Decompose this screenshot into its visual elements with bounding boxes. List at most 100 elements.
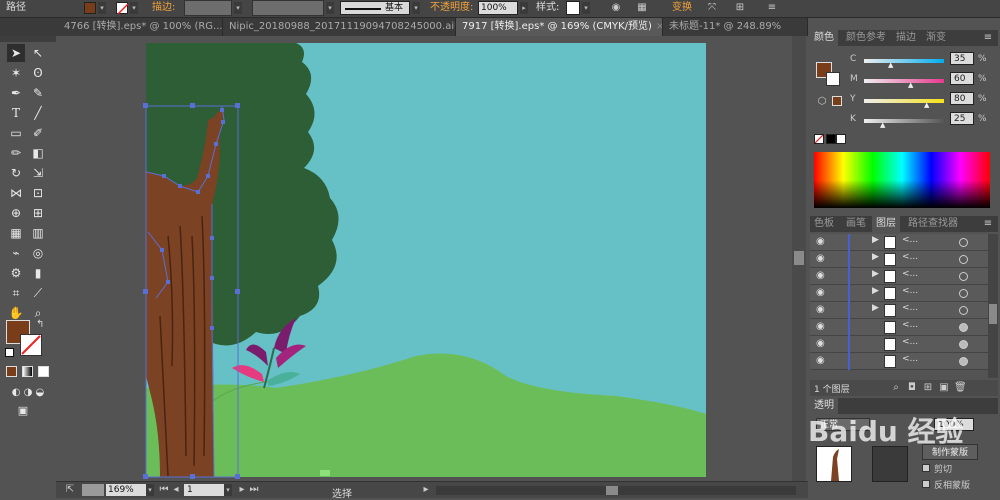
stroke-dropdown[interactable]: ▾	[130, 2, 138, 14]
channel-y-thumb[interactable]: ▲	[924, 102, 929, 109]
fill-swatch[interactable]	[84, 2, 96, 14]
channel-y-slider[interactable]	[864, 99, 944, 103]
white-swatch[interactable]	[836, 134, 846, 144]
channel-k-value[interactable]: 25	[950, 112, 974, 125]
channel-m-value[interactable]: 60	[950, 72, 974, 85]
previous-artboard-icon[interactable]: ◂	[170, 484, 182, 496]
invert-mask-checkbox[interactable]	[922, 480, 930, 488]
color-mode-icon[interactable]	[6, 366, 17, 377]
target-circle-icon[interactable]	[959, 255, 968, 264]
target-circle-icon[interactable]	[959, 340, 968, 349]
rectangle-tool-icon[interactable]: ▭	[7, 124, 25, 142]
layer-row[interactable]: ◉ ▶ <...	[810, 251, 988, 268]
style-dropdown[interactable]: ▾	[582, 2, 590, 14]
default-colors-icon[interactable]	[5, 348, 14, 357]
panel-menu-icon[interactable]: ≡	[982, 32, 994, 44]
expand-arrow-icon[interactable]: ▶	[872, 235, 879, 245]
vertical-scrollbar[interactable]	[792, 36, 806, 481]
pen-tool-icon[interactable]: ✒	[7, 84, 25, 102]
horizontal-scroll-thumb[interactable]	[606, 486, 618, 495]
locate-object-icon[interactable]: ⌕	[890, 382, 902, 394]
column-graph-tool-icon[interactable]: ▮	[29, 264, 47, 282]
tab-pathfinder[interactable]: 路径查找器	[904, 216, 962, 232]
layer-name[interactable]: <...	[902, 252, 918, 262]
next-artboard-icon[interactable]: ▸	[236, 484, 248, 496]
visibility-eye-icon[interactable]: ◉	[816, 288, 828, 298]
expand-arrow-icon[interactable]: ▶	[872, 286, 879, 296]
color-spectrum[interactable]	[814, 152, 990, 208]
paintbrush-tool-icon[interactable]: ✐	[29, 124, 47, 142]
brush-dropdown[interactable]: ▾	[412, 2, 420, 14]
panel-menu-icon[interactable]: ≡	[766, 2, 778, 14]
drawing-modes-icon[interactable]: ◐ ◑ ◒	[4, 384, 52, 402]
blend-tool-icon[interactable]: ◎	[29, 244, 47, 262]
tools-panel-grip[interactable]	[0, 36, 56, 42]
first-artboard-icon[interactable]: ⏮	[158, 484, 170, 496]
layer-row[interactable]: ◉ <...	[810, 353, 988, 370]
artboard-dropdown[interactable]: ▾	[224, 484, 232, 496]
channel-c-slider[interactable]	[864, 59, 944, 63]
channel-k-slider[interactable]	[864, 119, 944, 123]
type-tool-icon[interactable]: T	[7, 104, 25, 122]
visibility-eye-icon[interactable]: ◉	[816, 271, 828, 281]
artboard-number-field[interactable]: 1	[184, 484, 224, 496]
layer-name[interactable]: <...	[902, 286, 918, 296]
tab-close-icon[interactable]: ×	[656, 21, 662, 32]
clipping-mask-icon[interactable]: ◘	[906, 382, 918, 394]
direct-selection-tool-icon[interactable]: ↖	[29, 44, 47, 62]
tab-brushes[interactable]: 画笔	[842, 216, 870, 232]
none-swatch[interactable]	[814, 134, 824, 144]
layer-row[interactable]: ◉ <...	[810, 336, 988, 353]
tab-document-7917[interactable]: 7917 [转换].eps* @ 169% (CMYK/预览) ×	[456, 18, 663, 36]
opacity-label[interactable]: 不透明度:	[430, 1, 473, 15]
layer-row[interactable]: ◉ ▶ <...	[810, 234, 988, 251]
expand-arrow-icon[interactable]: ▶	[872, 252, 879, 262]
tab-swatches[interactable]: 色板	[810, 216, 838, 232]
align-icon[interactable]: ▦	[636, 2, 648, 14]
tab-document-untitled-11[interactable]: 未标题-11* @ 248.89%	[663, 18, 808, 36]
target-circle-icon[interactable]	[959, 289, 968, 298]
channel-m-thumb[interactable]: ▲	[908, 82, 913, 89]
vertical-scroll-thumb[interactable]	[794, 251, 804, 265]
layers-list[interactable]: ◉ ▶ <... ◉ ▶ <... ◉ ▶ <... ◉ ▶ <... ◉ ▶ <... ◉ <...…	[810, 234, 988, 378]
line-tool-icon[interactable]: ╱	[29, 104, 47, 122]
free-transform-tool-icon[interactable]: ⊡	[29, 184, 47, 202]
channel-c-value[interactable]: 35	[950, 52, 974, 65]
color-stroke-preview[interactable]	[826, 72, 840, 86]
clip-checkbox[interactable]	[922, 464, 930, 472]
slice-tool-icon[interactable]: ⟋	[29, 284, 47, 302]
channel-m-slider[interactable]	[864, 79, 944, 83]
zoom-level-field[interactable]: 169%	[106, 484, 146, 496]
canvas-area[interactable]	[56, 36, 808, 481]
lasso-tool-icon[interactable]: ʘ	[29, 64, 47, 82]
channel-k-thumb[interactable]: ▲	[880, 122, 885, 129]
visibility-eye-icon[interactable]: ◉	[816, 339, 828, 349]
perspective-grid-tool-icon[interactable]: ⊞	[29, 204, 47, 222]
shape-builder-tool-icon[interactable]: ⊕	[7, 204, 25, 222]
gradient-mode-icon[interactable]	[22, 366, 33, 377]
tab-document-nipic[interactable]: Nipic_20180988_20171119094708245000.ai*×	[223, 18, 456, 36]
expand-arrow-icon[interactable]: ▶	[872, 269, 879, 279]
profile-dropdown[interactable]: ▾	[326, 2, 334, 14]
target-circle-icon[interactable]	[959, 357, 968, 366]
layers-scroll-thumb[interactable]	[989, 304, 997, 324]
eraser-tool-icon[interactable]: ◧	[29, 144, 47, 162]
last-artboard-icon[interactable]: ⏭	[248, 484, 260, 496]
stroke-weight-dropdown[interactable]: ▾	[234, 2, 242, 14]
tab-color-guide[interactable]: 颜色参考	[842, 30, 890, 46]
layer-row[interactable]: ◉ ▶ <...	[810, 268, 988, 285]
stroke-weight-label[interactable]: 描边:	[152, 1, 175, 15]
artboard-nav-icon[interactable]: ⇱	[64, 484, 76, 496]
zoom-dropdown[interactable]: ▾	[146, 484, 154, 496]
channel-c-thumb[interactable]: ▲	[888, 62, 893, 69]
artboard-illustration[interactable]	[56, 36, 808, 481]
target-circle-icon[interactable]	[959, 323, 968, 332]
delete-layer-icon[interactable]: 🗑	[954, 382, 967, 394]
none-mode-icon[interactable]	[38, 366, 49, 377]
visibility-eye-icon[interactable]: ◉	[816, 254, 828, 264]
tab-document-4766[interactable]: 4766 [转换].eps* @ 100% (RG...×	[58, 18, 223, 36]
pencil-tool-icon[interactable]: ✏	[7, 144, 25, 162]
visibility-eye-icon[interactable]: ◉	[816, 305, 828, 315]
symbol-sprayer-tool-icon[interactable]: ⚙	[7, 264, 25, 282]
tab-color[interactable]: 颜色	[810, 30, 838, 46]
